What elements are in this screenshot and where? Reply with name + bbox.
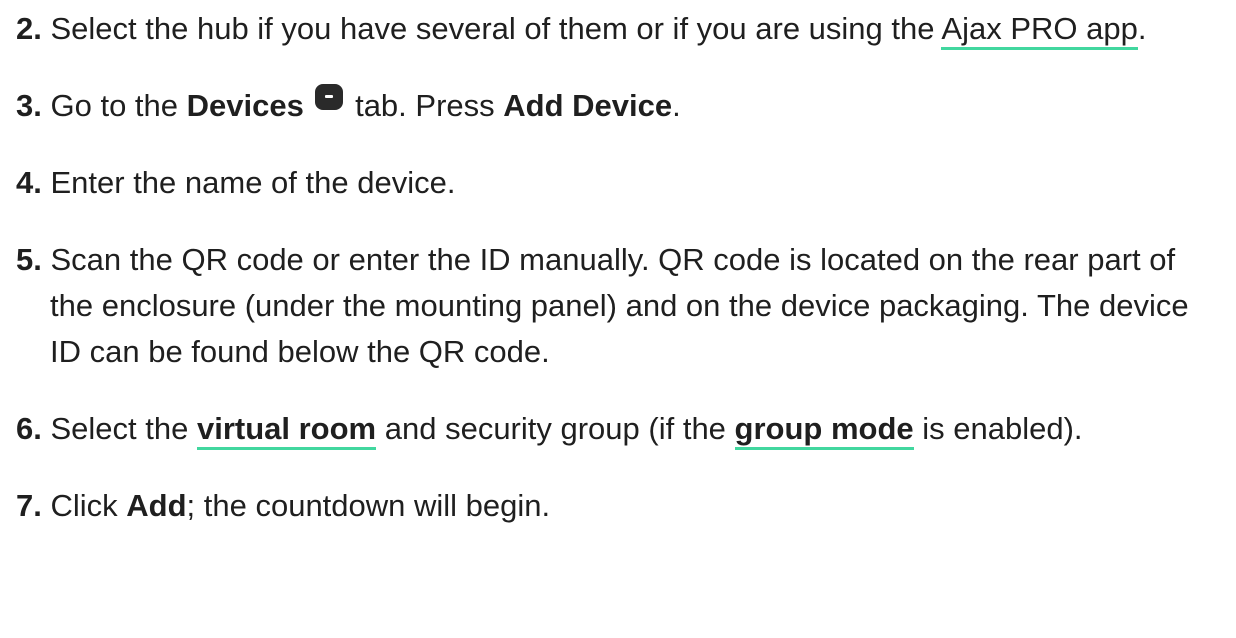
step-number: 2. (16, 11, 42, 46)
step-text: Enter the name of the device. (50, 165, 456, 200)
step-text: Click (50, 488, 127, 523)
step-text: Scan the QR code or enter the ID manuall… (50, 242, 1189, 369)
link-virtual-room[interactable]: virtual room (196, 411, 377, 450)
step-3: 3. Go to the Devices tab. Press Add Devi… (16, 83, 1226, 129)
step-text: . (672, 88, 681, 123)
link-ajax-pro-app[interactable]: Ajax PRO app (941, 11, 1138, 50)
step-number: 6. (16, 411, 42, 446)
bold-term: Add Device (503, 88, 673, 123)
step-text: and security group (if the (376, 411, 735, 446)
step-text: is enabled). (913, 411, 1083, 446)
step-text: tab. Press (346, 88, 504, 123)
bold-term: Devices (186, 88, 304, 123)
step-7: 7. Click Add; the countdown will begin. (16, 483, 1226, 529)
devices-tab-icon (315, 84, 344, 110)
step-text: Go to the (50, 88, 187, 123)
step-2: 2. Select the hub if you have several of… (16, 6, 1226, 52)
step-4: 4. Enter the name of the device. (16, 160, 1226, 206)
step-text: ; the countdown will begin. (186, 488, 551, 523)
instruction-steps: 2. Select the hub if you have several of… (16, 6, 1226, 560)
step-text: . (1137, 11, 1147, 46)
step-text: Select the (50, 411, 197, 446)
step-number: 7. (16, 488, 42, 523)
step-5: 5. Scan the QR code or enter the ID manu… (16, 237, 1226, 375)
step-number: 3. (16, 88, 42, 123)
step-6: 6. Select the virtual room and security … (16, 406, 1226, 452)
step-text: Select the hub if you have several of th… (50, 11, 942, 46)
bold-term: Add (126, 488, 187, 523)
step-text (304, 88, 313, 123)
step-number: 5. (16, 242, 42, 277)
step-number: 4. (16, 165, 42, 200)
link-group-mode[interactable]: group mode (734, 411, 914, 450)
